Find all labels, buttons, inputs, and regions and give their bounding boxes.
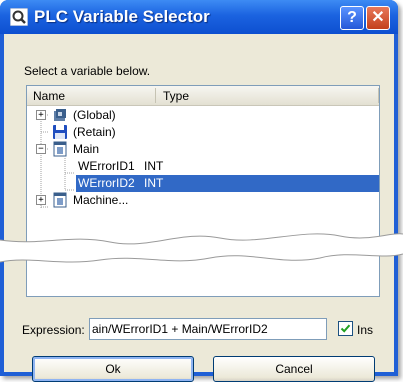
variable-name: WErrorID2: [78, 176, 135, 190]
expression-input[interactable]: ain/WErrorID1 + Main/WErrorID2: [89, 318, 327, 340]
column-divider: [378, 88, 379, 103]
window-title: PLC Variable Selector: [34, 7, 210, 26]
tree-item-label: Main: [73, 142, 100, 156]
help-button[interactable]: ?: [340, 6, 364, 30]
global-icon: [54, 109, 66, 121]
ok-button[interactable]: Ok: [32, 356, 194, 382]
search-icon: [10, 8, 28, 26]
tree-item-label: (Retain): [73, 125, 116, 139]
variable-type: INT: [144, 159, 164, 173]
tree-row-selected[interactable]: WErrorID2 INT: [27, 175, 379, 192]
tree-row[interactable]: + Machine...: [27, 192, 379, 209]
title-bar[interactable]: PLC Variable Selector ? ✕: [0, 0, 398, 34]
tree-row[interactable]: WErrorID1 INT: [27, 158, 379, 175]
variable-type: INT: [144, 176, 164, 190]
expand-toggle[interactable]: +: [36, 110, 46, 120]
tree-row[interactable]: + (Global): [27, 107, 379, 124]
dialog-client: Select a variable below. Name Type + (Gl…: [4, 34, 394, 382]
collapse-toggle[interactable]: −: [36, 144, 46, 154]
expression-label: Expression:: [22, 323, 85, 337]
tree-item-label: Machine...: [73, 193, 129, 207]
tree-row[interactable]: (Retain): [27, 124, 379, 141]
disk-icon: [53, 125, 67, 139]
expand-toggle[interactable]: +: [36, 195, 46, 205]
torn-edge-graphic: [0, 233, 403, 263]
program-icon: [53, 192, 67, 208]
program-icon: [53, 141, 67, 157]
variable-name: WErrorID1: [78, 159, 135, 173]
tree-item-label: (Global): [73, 108, 116, 122]
cancel-button[interactable]: Cancel: [213, 356, 375, 382]
dialog-window: PLC Variable Selector ? ✕ Select a varia…: [0, 0, 398, 382]
insert-checkbox-label: Ins: [357, 323, 374, 337]
close-button[interactable]: ✕: [366, 6, 390, 30]
tree-row[interactable]: − Main: [27, 141, 379, 158]
insert-checkbox[interactable]: [338, 321, 353, 336]
checkmark-icon: [340, 324, 351, 333]
instruction-text: Select a variable below.: [24, 64, 151, 78]
